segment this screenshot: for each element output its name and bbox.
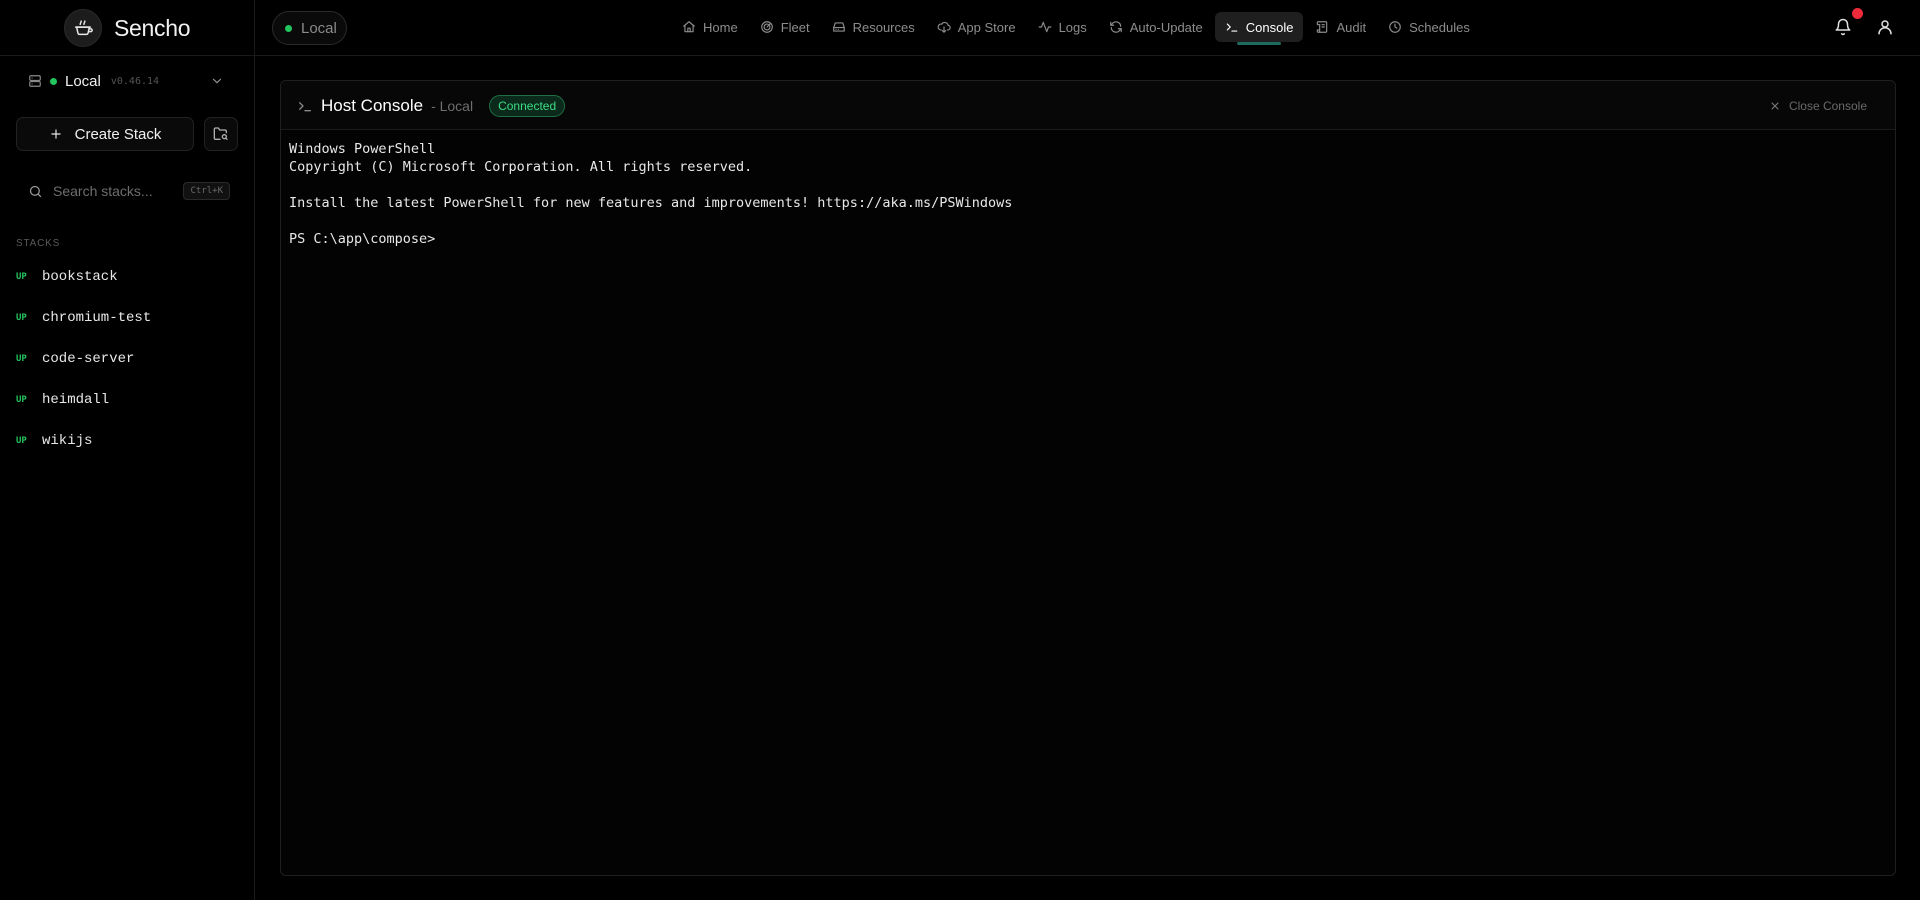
host-version: v0.46.14 [110,75,160,87]
terminal-icon [1225,20,1239,34]
create-stack-button[interactable]: Create Stack [16,117,194,151]
scroll-icon [1315,20,1329,34]
radar-icon [760,20,774,34]
stack-status-badge: UP [16,394,27,405]
nav-audit-label: Audit [1336,19,1367,35]
nav-home-label: Home [703,19,738,35]
terminal-line: Install the latest PowerShell for new fe… [289,195,1013,211]
cloud-download-icon [937,20,951,34]
create-stack-label: Create Stack [74,125,162,143]
brand[interactable]: Sencho [64,9,191,47]
bell-icon[interactable] [1834,18,1854,38]
header-divider [254,0,255,56]
chevron-down-icon [210,74,224,88]
notification-badge [1852,8,1863,19]
nav-resources-label: Resources [852,19,915,35]
top-bar: Sencho Local Home Fleet Resources App St… [0,0,1920,56]
stack-item-chromium-test[interactable]: UP chromium-test [0,297,254,338]
terminal-line: Copyright (C) Microsoft Corporation. All… [289,159,753,175]
nav-logs-label: Logs [1058,19,1087,35]
terminal-icon [297,98,313,114]
plus-icon [49,127,63,141]
stack-name: wikijs [42,432,93,449]
host-selector[interactable]: Local v0.46.14 [16,64,234,98]
close-icon [1769,100,1781,112]
nav-console[interactable]: Console [1214,12,1304,45]
nav-app-store[interactable]: App Store [927,12,1026,42]
nav-app-store-label: App Store [957,19,1016,35]
nav-schedules[interactable]: Schedules [1378,12,1480,42]
activity-icon [1038,20,1052,34]
clock-icon [1388,20,1402,34]
terminal-prompt[interactable]: PS C:\app\compose> [289,230,1012,248]
folder-search-button[interactable] [204,117,238,151]
folder-search-icon [213,126,229,142]
host-name: Local [65,72,101,90]
stack-status-badge: UP [16,435,27,446]
nav-fleet[interactable]: Fleet [750,12,820,42]
nav-console-label: Console [1245,19,1294,35]
nav-schedules-label: Schedules [1409,19,1470,35]
nav-auto-update[interactable]: Auto-Update [1099,12,1213,42]
app-name: Sencho [114,14,191,41]
host-status-dot [50,77,57,85]
nav-logs[interactable]: Logs [1028,12,1097,42]
console-header: Host Console - Local Connected Close Con… [281,81,1895,130]
nav-home[interactable]: Home [672,12,748,42]
stack-item-heimdall[interactable]: UP heimdall [0,379,254,420]
search-shortcut-badge: Ctrl+K [183,182,230,200]
sidebar: Local v0.46.14 Create Stack Search stack… [0,56,255,900]
environment-status-dot [285,24,292,32]
connection-status-badge: Connected [489,94,566,117]
stacks-section-label: STACKS [16,238,61,249]
hard-drive-icon [832,20,846,34]
environment-pill[interactable]: Local [272,11,347,45]
nav-fleet-label: Fleet [780,19,810,35]
main-nav: Home Fleet Resources App Store Logs Auto… [672,12,1480,45]
terminal-line: Windows PowerShell [289,141,436,157]
nav-resources[interactable]: Resources [822,12,925,42]
host-console-panel: Host Console - Local Connected Close Con… [280,80,1896,876]
stack-list: UP bookstack UP chromium-test UP code-se… [0,256,254,461]
search-input[interactable]: Search stacks... [53,183,153,199]
console-title-group: Host Console - Local Connected [297,81,566,130]
stack-status-badge: UP [16,312,27,323]
stack-name: heimdall [42,391,110,408]
console-host: - Local [431,97,474,114]
stack-status-badge: UP [16,271,27,282]
stack-name: chromium-test [42,309,152,326]
stack-item-wikijs[interactable]: UP wikijs [0,420,254,461]
stack-name: code-server [42,350,135,367]
console-title: Host Console [321,95,424,115]
home-icon [682,20,696,34]
search-icon [28,184,43,199]
stack-item-bookstack[interactable]: UP bookstack [0,256,254,297]
environment-label: Local [301,19,337,37]
stack-name: bookstack [42,268,118,285]
stack-item-code-server[interactable]: UP code-server [0,338,254,379]
user-icon[interactable] [1876,18,1896,38]
search-stacks[interactable]: Search stacks... Ctrl+K [16,175,234,207]
refresh-icon [1109,20,1123,34]
terminal-output[interactable]: Windows PowerShell Copyright (C) Microso… [289,140,1012,248]
nav-audit[interactable]: Audit [1305,12,1376,42]
nav-auto-update-label: Auto-Update [1129,19,1203,35]
stack-status-badge: UP [16,353,27,364]
close-console-button[interactable]: Close Console [1769,81,1867,130]
sencho-logo-icon [64,9,102,47]
close-console-label: Close Console [1788,98,1867,113]
server-icon [28,74,42,88]
